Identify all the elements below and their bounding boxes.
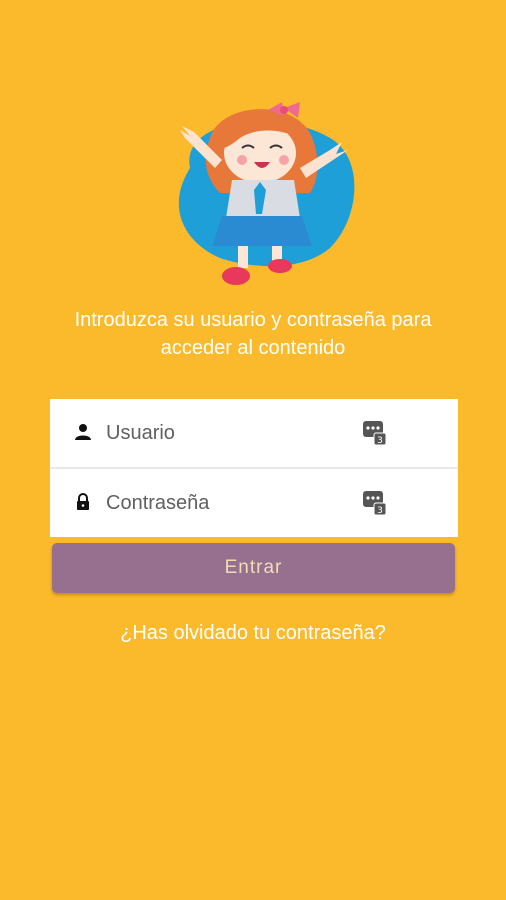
lock-icon <box>74 493 92 511</box>
svg-text:3: 3 <box>377 436 383 446</box>
login-form: 3 3 <box>50 399 458 537</box>
keypad-icon[interactable]: 3 <box>362 419 388 447</box>
username-input[interactable] <box>106 399 346 467</box>
girl-mascot-icon <box>160 98 360 298</box>
intro-line-1: Introduzca su usuario y contraseña para <box>74 309 432 331</box>
svg-text:3: 3 <box>377 506 383 516</box>
username-row: 3 <box>50 399 458 469</box>
enter-button[interactable]: Entrar <box>52 543 455 593</box>
forgot-password-link[interactable]: ¿Has olvidado tu contraseña? <box>0 622 506 645</box>
password-row: 3 <box>50 469 458 537</box>
intro-line-2: acceder al contenido <box>160 337 346 359</box>
person-icon <box>74 423 92 441</box>
keypad-icon[interactable]: 3 <box>362 489 388 517</box>
intro-text: Introduzca su usuario y contraseña para … <box>30 306 476 362</box>
password-input[interactable] <box>106 469 346 537</box>
